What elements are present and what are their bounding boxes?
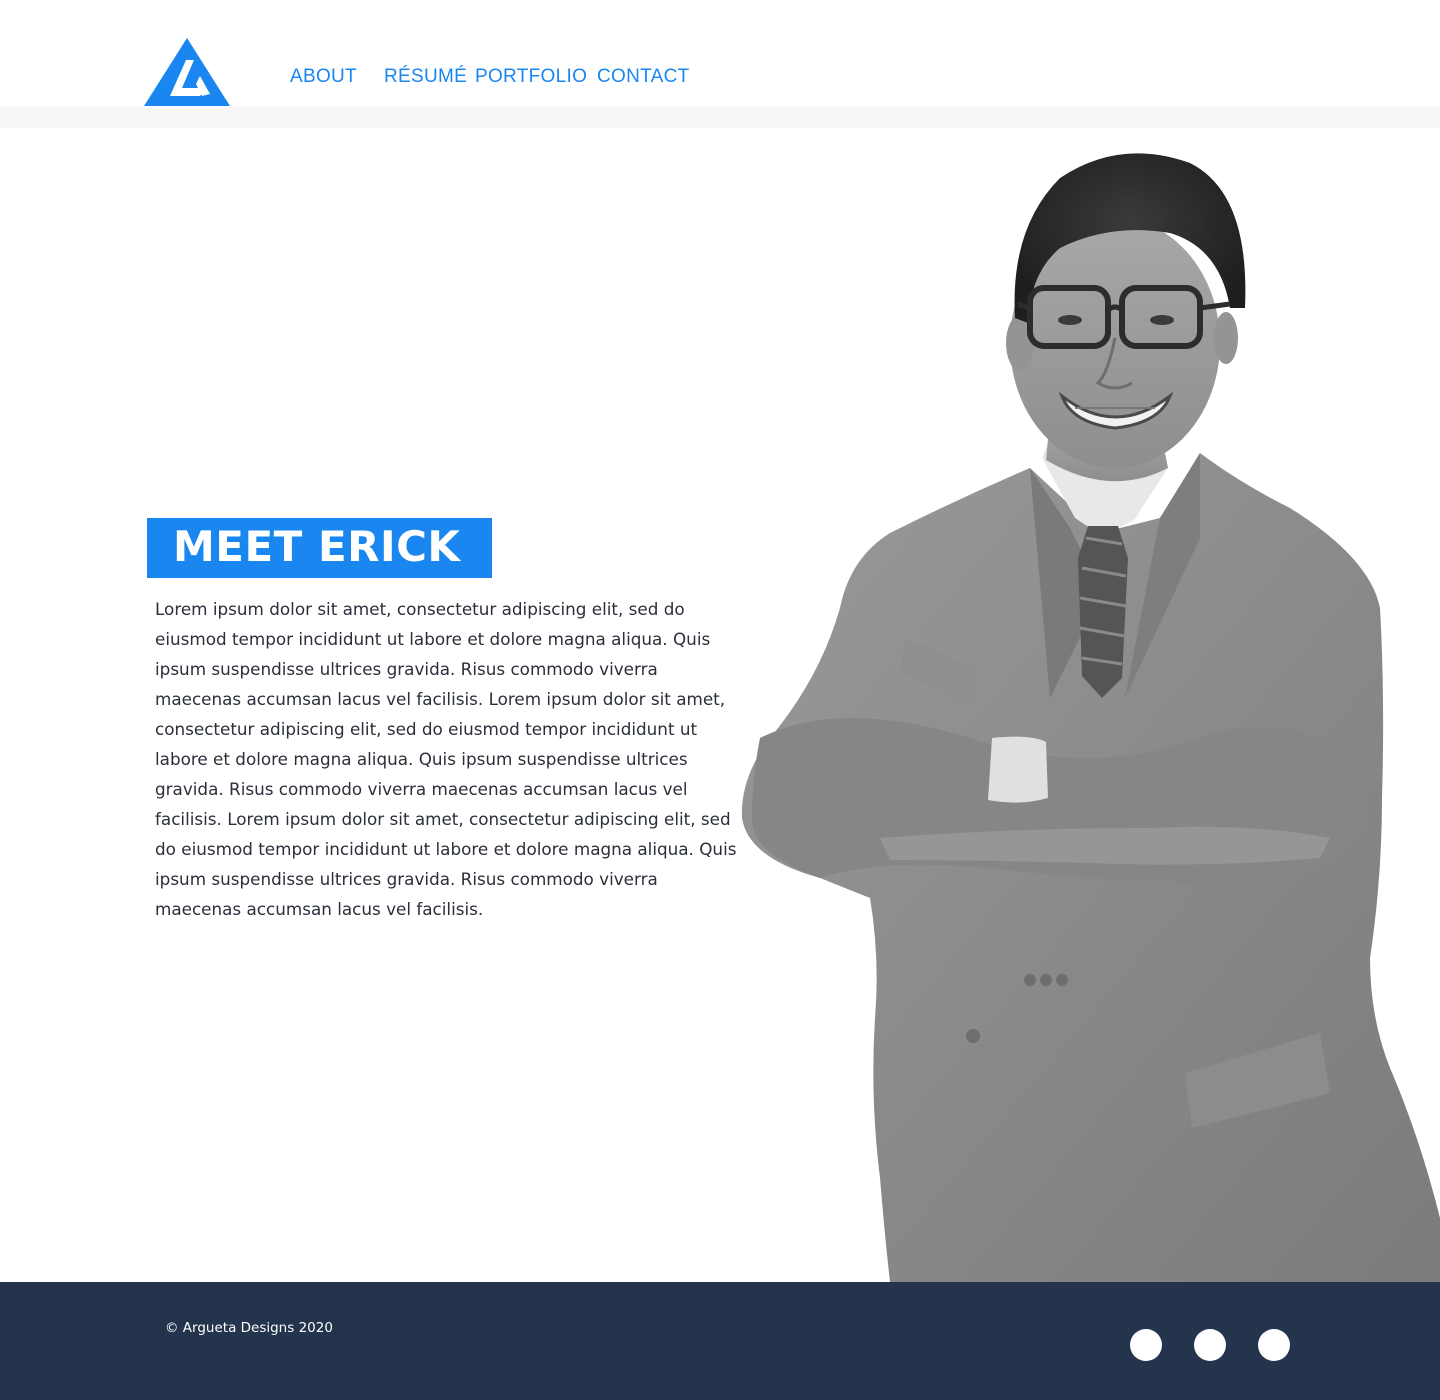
social-icon[interactable]	[1130, 1329, 1162, 1361]
site-footer: © Argueta Designs 2020	[0, 1282, 1440, 1400]
nav-about[interactable]: ABOUT	[290, 66, 357, 88]
site-header: ABOUT RÉSUMÉ PORTFOLIO CONTACT	[0, 0, 1440, 107]
nav-portfolio[interactable]: PORTFOLIO	[475, 66, 587, 88]
triangle-l-logo-icon[interactable]	[144, 38, 230, 106]
nav-contact[interactable]: CONTACT	[597, 66, 690, 88]
social-icon[interactable]	[1194, 1329, 1226, 1361]
social-icon[interactable]	[1258, 1329, 1290, 1361]
copyright-text: © Argueta Designs 2020	[165, 1320, 333, 1336]
bio-paragraph: Lorem ipsum dolor sit amet, consectetur …	[155, 599, 737, 919]
portrait-photo	[741, 153, 1440, 1282]
hero-title: MEET ERICK	[173, 522, 461, 571]
hero-title-box: MEET ERICK	[147, 518, 492, 578]
page: ABOUT RÉSUMÉ PORTFOLIO CONTACT MEET ERIC…	[0, 0, 1440, 1400]
nav-resume[interactable]: RÉSUMÉ	[384, 66, 467, 88]
header-divider-band	[0, 107, 1440, 128]
